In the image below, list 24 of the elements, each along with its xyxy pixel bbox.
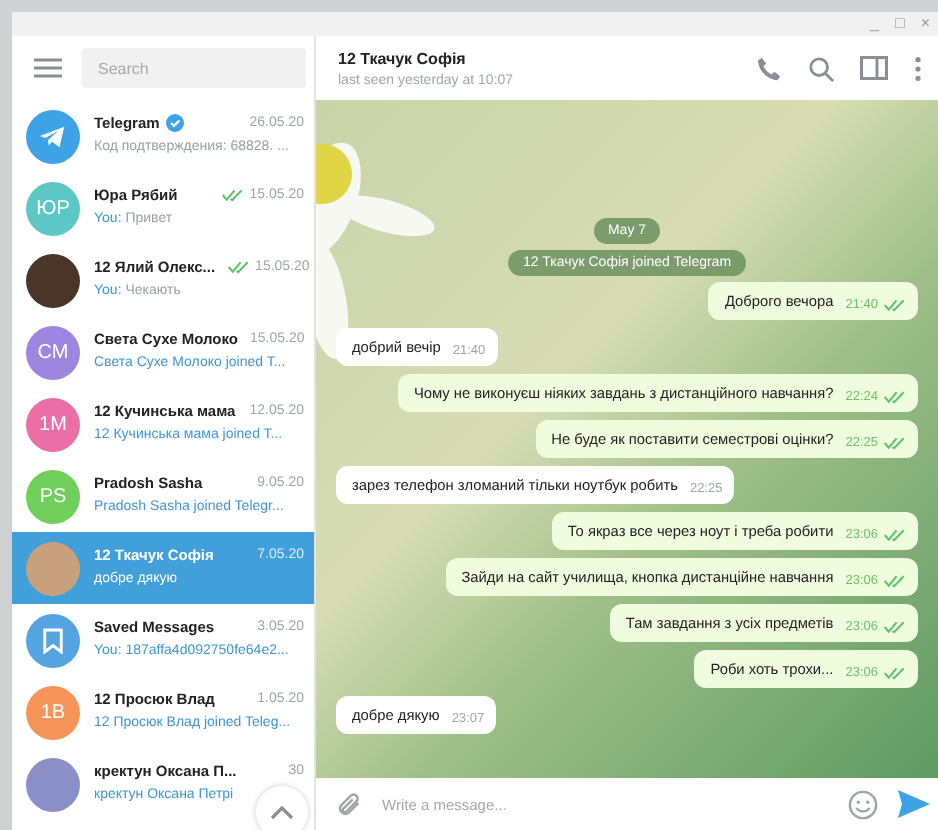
chat-title: 12 Ткачук Софія [338, 49, 468, 67]
double-check-icon [884, 528, 906, 542]
avatar: 1М [26, 397, 80, 451]
avatar: СМ [26, 325, 80, 379]
avatar: PS [26, 469, 80, 523]
double-check-icon [884, 574, 906, 588]
menu-icon[interactable] [34, 58, 62, 78]
search-field[interactable]: Search [82, 48, 306, 88]
double-check-icon [884, 666, 906, 680]
chevron-up-icon[interactable] [270, 804, 294, 820]
more-icon[interactable] [914, 55, 922, 81]
avatar: ЮР [26, 181, 80, 235]
emoji-icon[interactable] [848, 789, 878, 819]
avatar: 1В [26, 685, 80, 739]
paperclip-icon[interactable] [336, 791, 362, 817]
double-check-icon [884, 436, 906, 450]
scroll-up-button[interactable] [256, 786, 308, 830]
double-check-icon [884, 298, 906, 312]
phone-icon[interactable] [756, 55, 782, 81]
double-check-icon [884, 620, 906, 634]
sidebar-toggle-icon[interactable] [860, 56, 888, 80]
search-icon[interactable] [808, 55, 834, 81]
send-icon[interactable] [898, 790, 930, 818]
double-check-icon [884, 390, 906, 404]
